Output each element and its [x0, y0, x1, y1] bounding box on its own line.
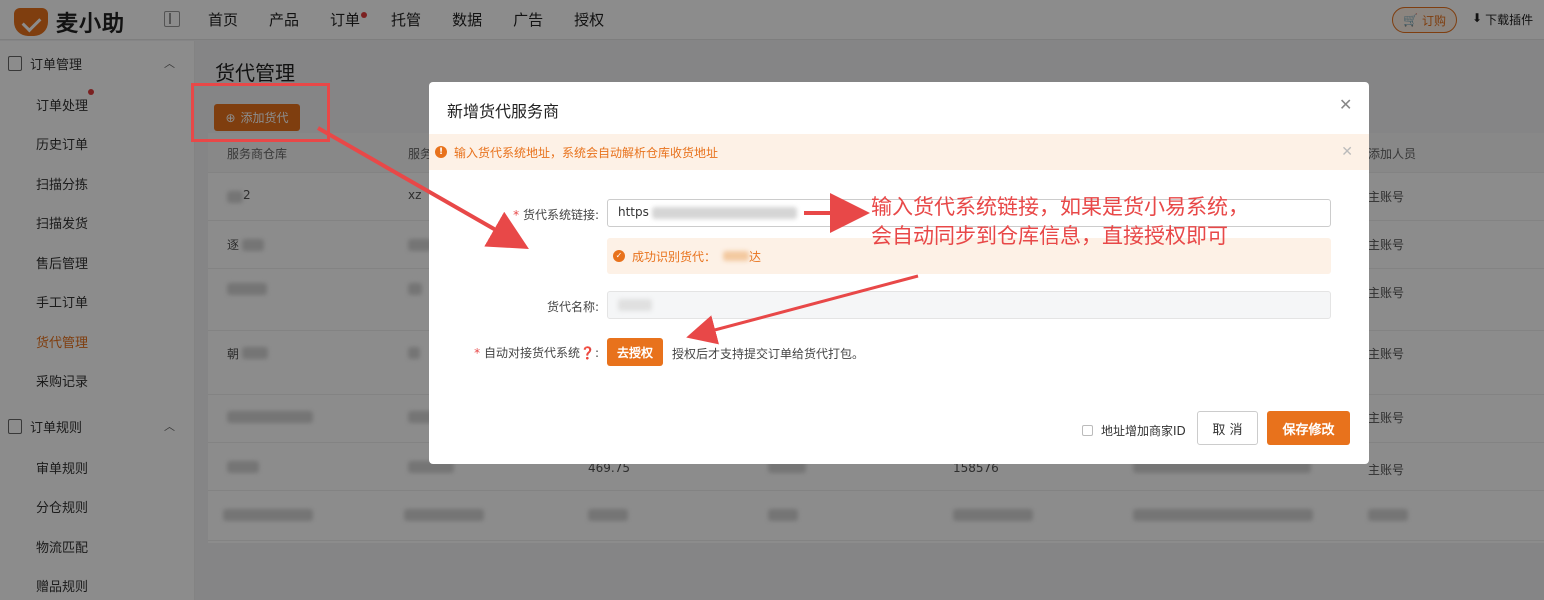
- annotation-arrows: [317, 126, 919, 345]
- arrow-to-link-field: [317, 126, 529, 249]
- arrow-to-authorize: [686, 274, 919, 345]
